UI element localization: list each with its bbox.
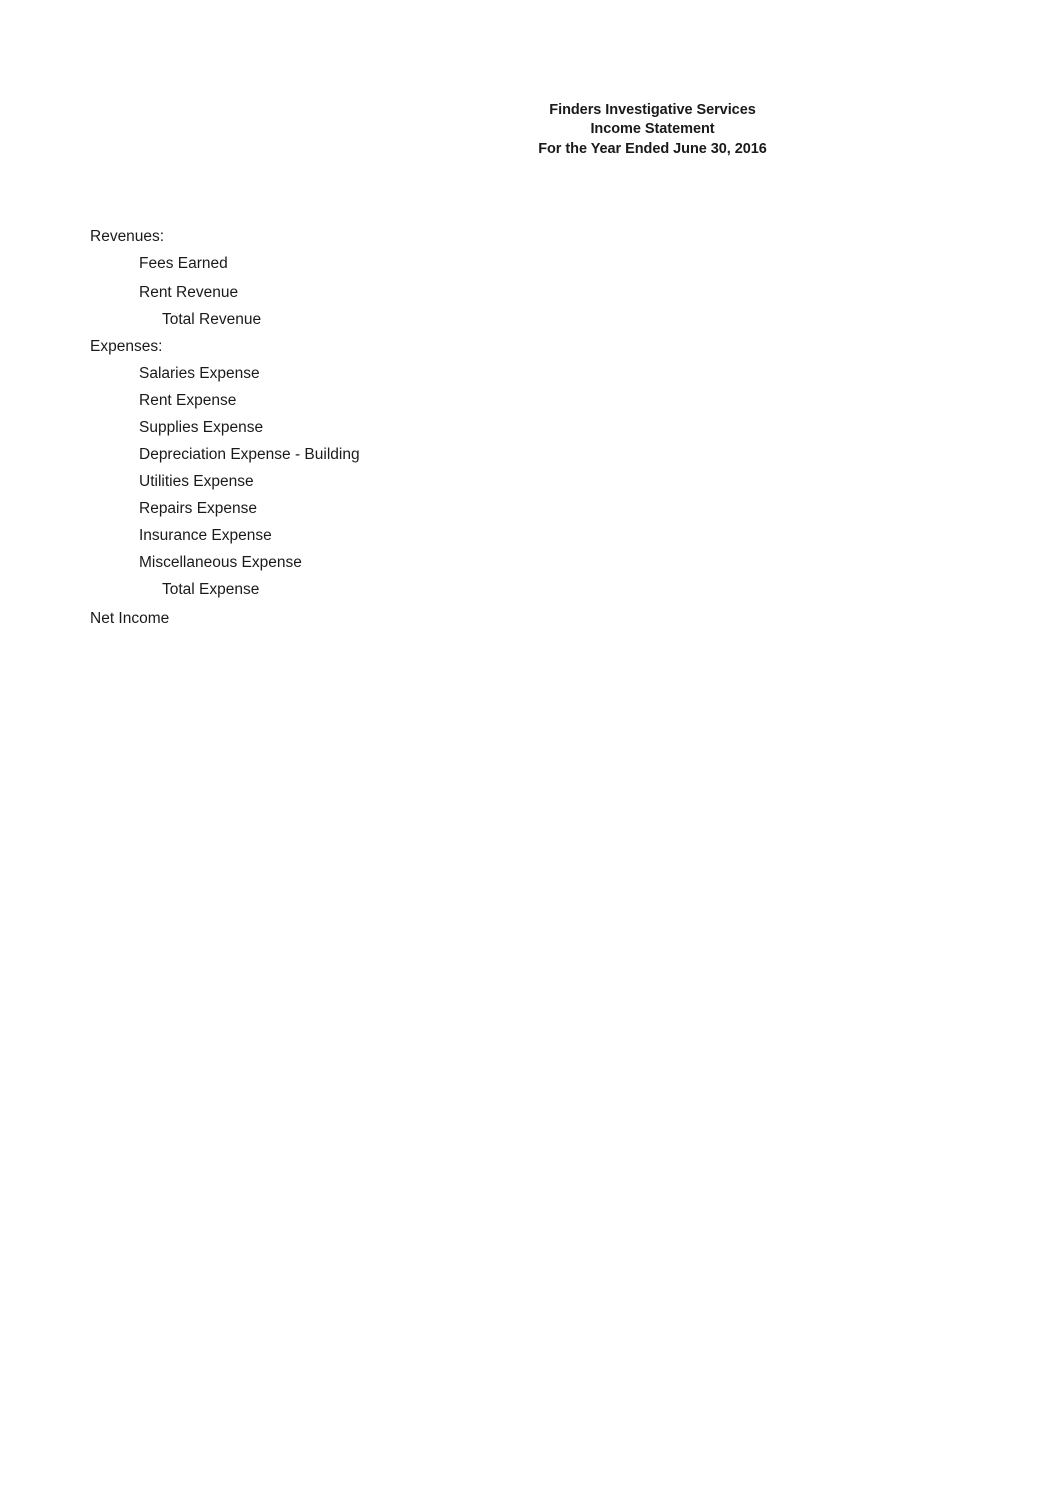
statement-line-items: Revenues: Fees Earned Rent Revenue Total Re… [0, 229, 1062, 638]
line-item-label: Total Revenue [162, 310, 262, 328]
line-item-salaries-expense: Salaries Expense [0, 364, 1062, 393]
line-item-label: Miscellaneous Expense [139, 553, 302, 571]
line-item-label: Rent Revenue [139, 283, 239, 301]
line-item-total-revenue: Total Revenue [0, 310, 1062, 339]
line-item-label: Total Expense [162, 580, 260, 598]
line-item-utilities-expense: Utilities Expense [0, 472, 1062, 501]
line-item-expenses: Expenses: [0, 337, 1062, 366]
line-item-label: Salaries Expense [139, 364, 260, 382]
line-item-label: Supplies Expense [139, 418, 264, 436]
line-item-fees-earned: Fees Earned [0, 256, 1062, 285]
line-item-label: Fees Earned [139, 255, 228, 272]
line-item-label: Revenues: [90, 228, 165, 245]
line-item-label: Rent Expense [139, 391, 237, 409]
line-item-label: Repairs Expense [139, 499, 258, 517]
statement-header: Finders Investigative Services Income St… [0, 101, 1062, 159]
line-item-repairs-expense: Repairs Expense [0, 499, 1062, 528]
line-item-rent-expense: Rent Expense [0, 391, 1062, 420]
line-item-label: Utilities Expense [139, 472, 254, 490]
line-item-label: Net Income [90, 609, 170, 627]
line-item-label: Depreciation Expense - Building [139, 445, 360, 463]
line-item-depreciation-expense-building: Depreciation Expense - Building [0, 445, 1062, 474]
line-item-total-expense: Total Expense [0, 580, 1062, 611]
company-name: Finders Investigative Services [549, 102, 756, 118]
line-item-insurance-expense: Insurance Expense [0, 526, 1062, 555]
line-item-miscellaneous-expense: Miscellaneous Expense [0, 553, 1062, 582]
line-item-label: Expenses: [90, 337, 163, 355]
line-item-label: Insurance Expense [139, 526, 272, 544]
line-item-rent-revenue: Rent Revenue [0, 283, 1062, 312]
statement-period: For the Year Ended June 30, 2016 [538, 140, 767, 157]
line-item-revenues: Revenues: [0, 229, 1062, 256]
income-statement-page: Finders Investigative Services Income St… [0, 0, 1062, 1506]
line-item-net-income: Net Income [0, 609, 1062, 638]
statement-title: Income Statement [590, 121, 715, 138]
line-item-supplies-expense: Supplies Expense [0, 418, 1062, 447]
